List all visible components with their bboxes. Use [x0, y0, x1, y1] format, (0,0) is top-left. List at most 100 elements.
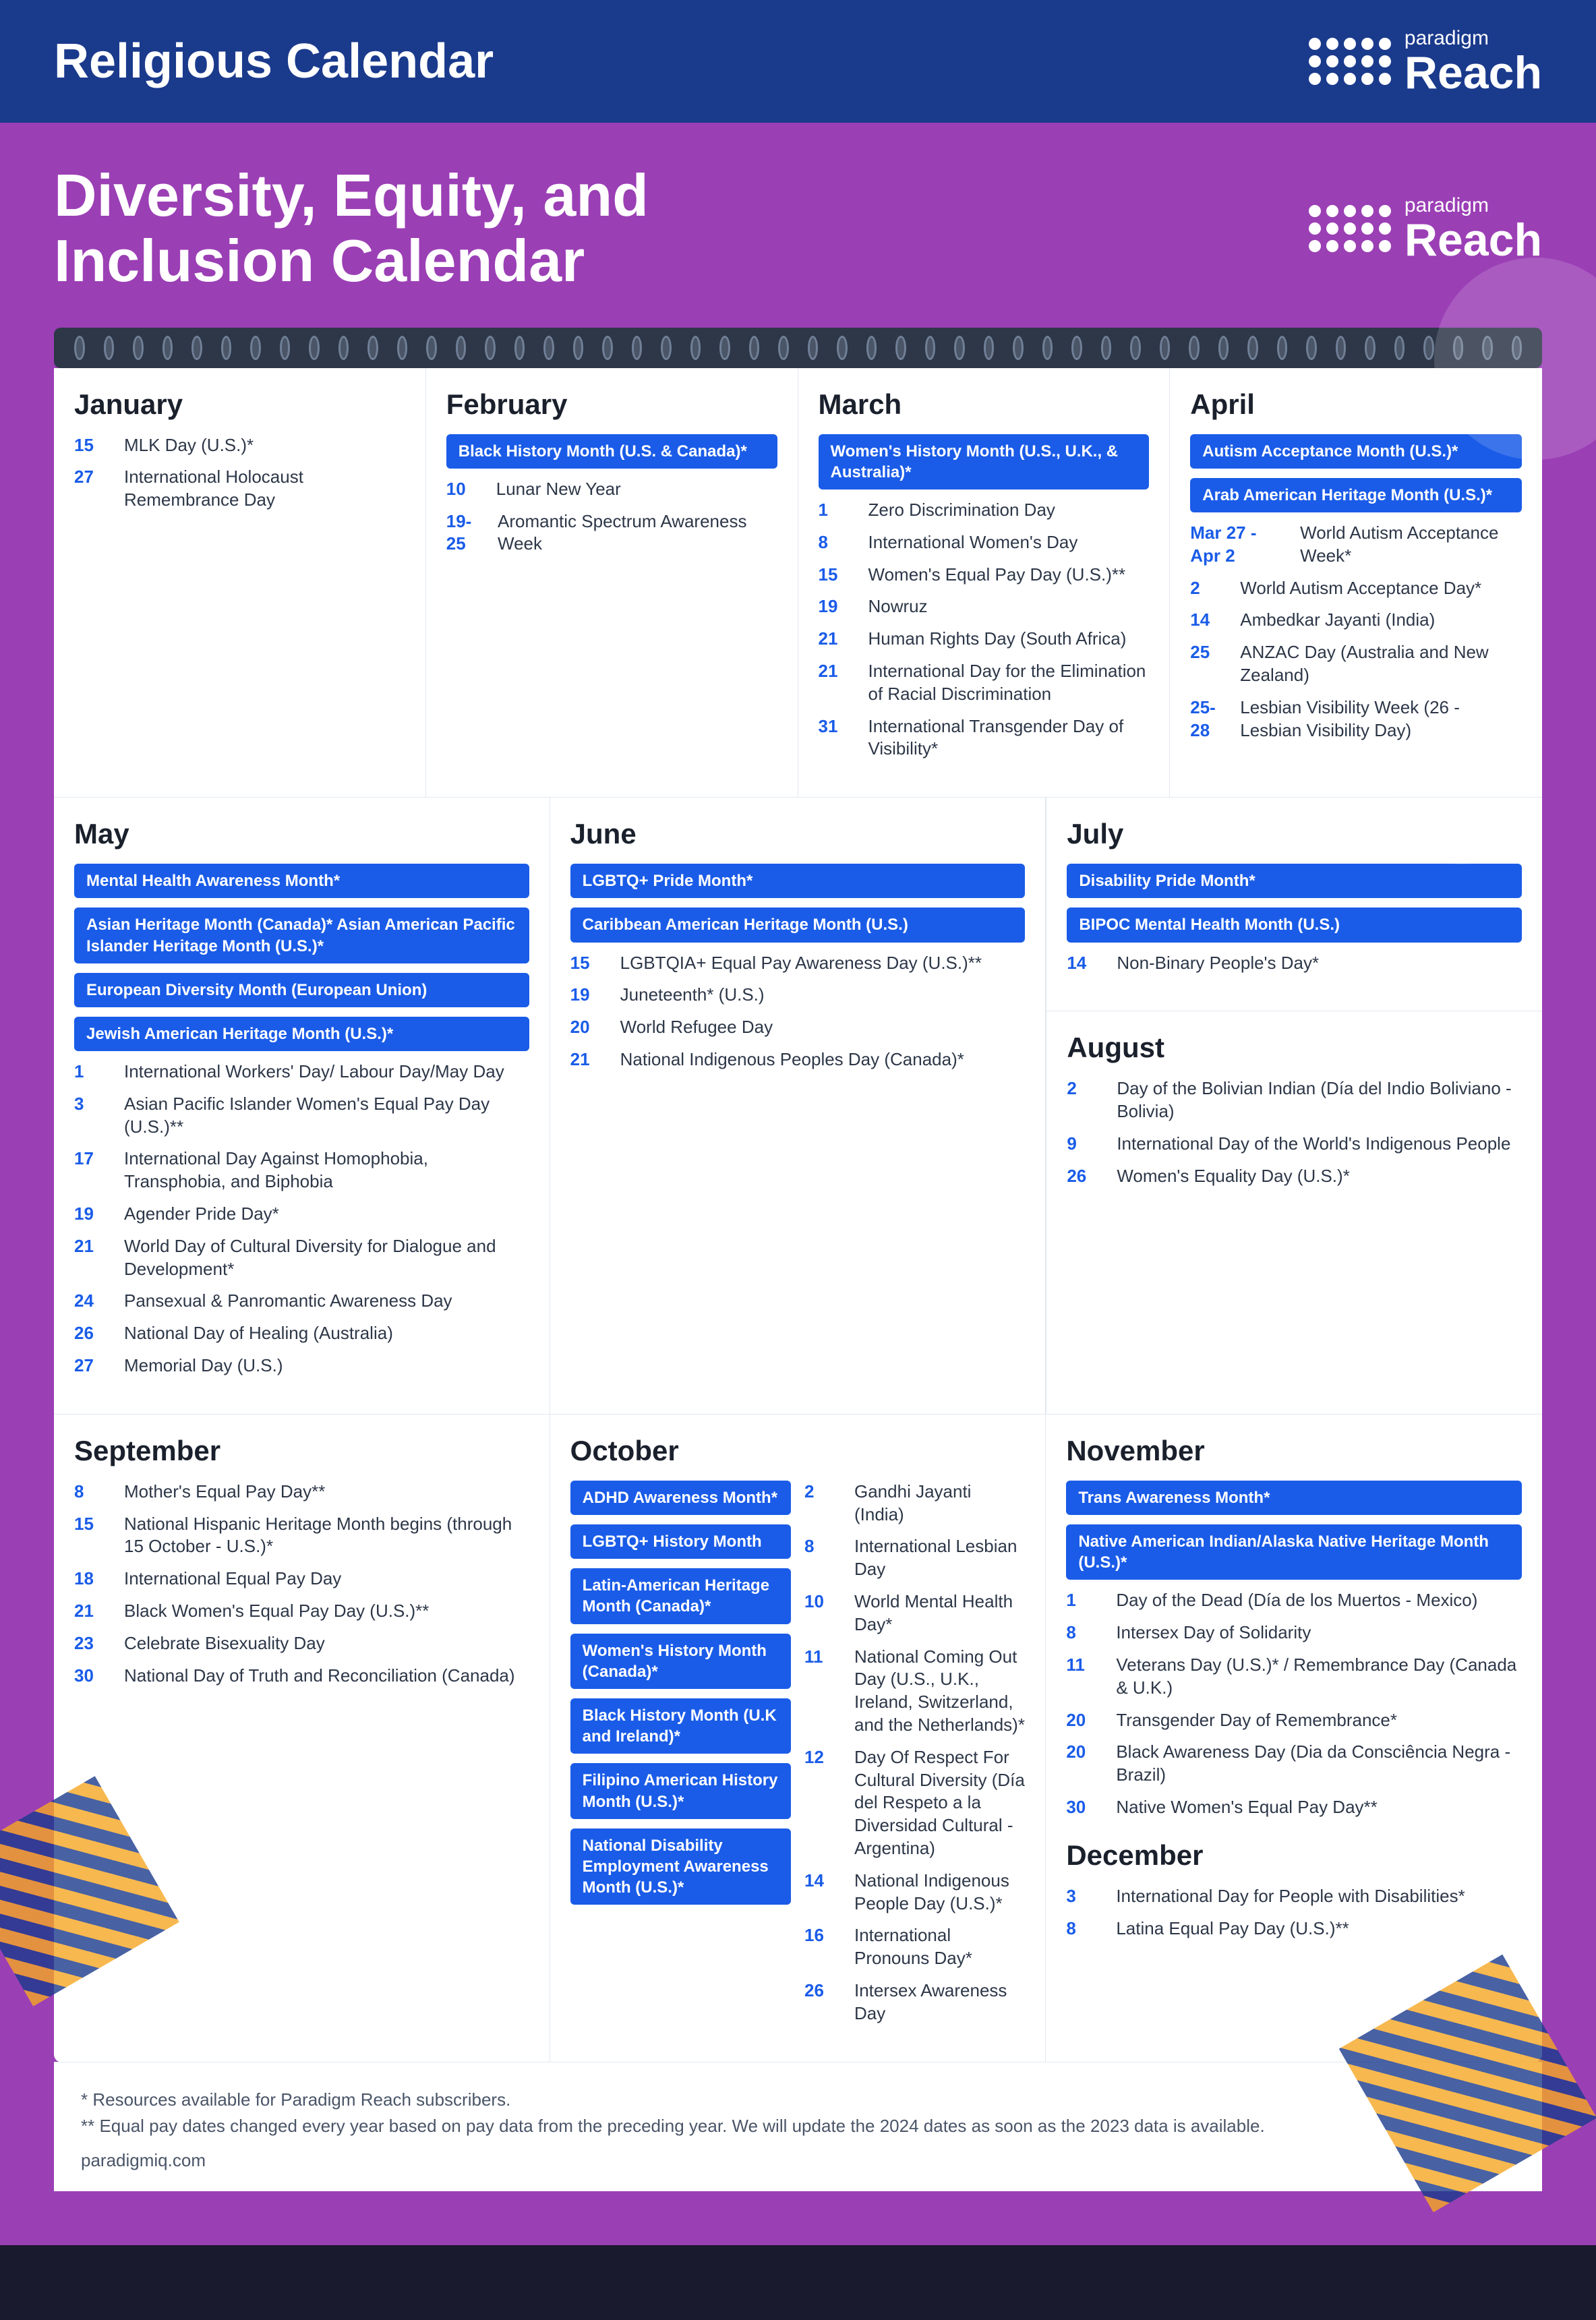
oct-event-3-text: World Mental Health Day*	[854, 1590, 1025, 1636]
may-event-5-text: World Day of Cultural Diversity for Dial…	[124, 1235, 529, 1281]
sep-event-4-text: Black Women's Equal Pay Day (U.S.)**	[124, 1600, 429, 1623]
apr-event-1-text: World Autism Acceptance Week*	[1300, 522, 1522, 568]
month-january: January 15 MLK Day (U.S.)* 27 Internatio…	[54, 368, 426, 798]
sep-event-5-text: Celebrate Bisexuality Day	[124, 1632, 325, 1655]
oct-event-1-text: Gandhi Jayanti (India)	[854, 1481, 1025, 1526]
spiral-dot	[895, 336, 906, 360]
sep-event-4: 21 Black Women's Equal Pay Day (U.S.)**	[74, 1600, 529, 1623]
oct-content: ADHD Awareness Month* LGBTQ+ History Mon…	[570, 1481, 1026, 2035]
footer-note-2: ** Equal pay dates changed every year ba…	[81, 2116, 1515, 2137]
month-november: November Trans Awareness Month* Native A…	[1046, 1415, 1542, 2062]
footer-website-container: paradigmiq.com	[81, 2150, 1515, 2171]
sep-event-3-date: 18	[74, 1568, 115, 1590]
spiral-dot	[74, 336, 85, 360]
spiral-dot	[1277, 336, 1288, 360]
mar-event-2-date: 8	[819, 531, 859, 554]
calendar-row-1: January 15 MLK Day (U.S.)* 27 Internatio…	[54, 368, 1542, 798]
nov-event-1-text: Day of the Dead (Día de los Muertos - Me…	[1116, 1589, 1477, 1612]
jun-event-4-date: 21	[570, 1048, 611, 1071]
logo-dot	[1309, 38, 1321, 50]
mar-event-4: 19 Nowruz	[819, 595, 1150, 618]
mar-event-1-date: 1	[819, 499, 859, 522]
may-event-7-text: National Day of Healing (Australia)	[124, 1322, 393, 1345]
july-august-col: July Disability Pride Month* BIPOC Menta…	[1046, 798, 1542, 1414]
sep-event-6-text: National Day of Truth and Reconciliation…	[124, 1665, 515, 1688]
oct-event-1-date: 2	[804, 1481, 845, 1526]
may-event-7-date: 26	[74, 1322, 115, 1345]
logo-dot	[1309, 240, 1321, 252]
jun-event-3-date: 20	[570, 1016, 611, 1039]
sep-event-2-date: 15	[74, 1513, 115, 1559]
feb-event-2: 19-25 Aromantic Spectrum Awareness Week	[446, 510, 777, 556]
logo-dot	[1344, 55, 1356, 67]
dec-event-1-date: 3	[1066, 1885, 1106, 1908]
feb-event-2-date: 19-25	[446, 510, 488, 556]
september-title: September	[74, 1435, 529, 1467]
footer-note-1: * Resources available for Paradigm Reach…	[81, 2089, 1515, 2110]
dec-event-2-text: Latina Equal Pay Day (U.S.)**	[1116, 1917, 1349, 1940]
spiral-dot	[954, 336, 965, 360]
logo-dot	[1361, 73, 1373, 85]
apr-badge-1: Autism Acceptance Month (U.S.)*	[1190, 434, 1522, 469]
spiral-dot	[1189, 336, 1200, 360]
oct-event-7-text: International Pronouns Day*	[854, 1924, 1025, 1970]
spiral-dot	[1160, 336, 1171, 360]
may-event-6: 24 Pansexual & Panromantic Awareness Day	[74, 1290, 529, 1313]
august-title: August	[1067, 1032, 1522, 1064]
sep-event-3-text: International Equal Pay Day	[124, 1568, 341, 1590]
nov-event-3-date: 11	[1066, 1654, 1106, 1700]
mar-event-6: 21 International Day for the Elimination…	[819, 660, 1150, 706]
spiral-dot	[661, 336, 672, 360]
oct-event-5: 12 Day Of Respect For Cultural Diversity…	[804, 1746, 1025, 1860]
calendar-row-2: May Mental Health Awareness Month* Asian…	[54, 798, 1542, 1415]
nov-event-2: 8 Intersex Day of Solidarity	[1066, 1622, 1522, 1644]
oct-event-5-text: Day Of Respect For Cultural Diversity (D…	[854, 1746, 1025, 1860]
december-title: December	[1066, 1839, 1522, 1872]
spiral-circles	[74, 336, 1522, 360]
spiral-dot	[1247, 336, 1258, 360]
oct-event-8-date: 26	[804, 1980, 845, 2025]
spiral-dot	[749, 336, 760, 360]
nov-badge-2: Native American Indian/Alaska Native Her…	[1066, 1524, 1522, 1580]
sep-event-2: 15 National Hispanic Heritage Month begi…	[74, 1513, 529, 1559]
may-event-5: 21 World Day of Cultural Diversity for D…	[74, 1235, 529, 1281]
may-event-8-text: Memorial Day (U.S.)	[124, 1355, 283, 1377]
oct-badge-7: National Disability Employment Awareness…	[570, 1828, 791, 1905]
nov-event-6: 30 Native Women's Equal Pay Day**	[1066, 1796, 1522, 1819]
spiral-dot	[866, 336, 877, 360]
mar-event-6-date: 21	[819, 660, 859, 706]
nov-event-4-date: 20	[1066, 1709, 1106, 1732]
spiral-dot	[1336, 336, 1347, 360]
dec-event-2: 8 Latina Equal Pay Day (U.S.)**	[1066, 1917, 1522, 1940]
spiral-dot	[1306, 336, 1317, 360]
logo-dot	[1361, 240, 1373, 252]
oct-event-4: 11 National Coming Out Day (U.S., U.K., …	[804, 1646, 1025, 1737]
may-event-1-date: 1	[74, 1061, 115, 1083]
oct-badge-3: Latin-American Heritage Month (Canada)*	[570, 1568, 791, 1624]
jan-event-2-date: 27	[74, 466, 115, 512]
oct-badge-5: Black History Month (U.K and Ireland)*	[570, 1698, 791, 1754]
aug-event-2-date: 9	[1067, 1133, 1107, 1156]
may-event-4-text: Agender Pride Day*	[124, 1203, 279, 1226]
oct-badges-col: ADHD Awareness Month* LGBTQ+ History Mon…	[570, 1481, 791, 2035]
jun-badge-1: LGBTQ+ Pride Month*	[570, 864, 1026, 898]
spiral-dot	[1101, 336, 1112, 360]
nov-event-2-text: Intersex Day of Solidarity	[1116, 1622, 1311, 1644]
spiral-dot	[1218, 336, 1229, 360]
spiral-bar	[54, 328, 1542, 368]
mar-event-1: 1 Zero Discrimination Day	[819, 499, 1150, 522]
january-title: January	[74, 388, 405, 421]
dei-logo-paradigm: paradigm	[1405, 194, 1542, 217]
nov-badge-1: Trans Awareness Month*	[1066, 1481, 1522, 1515]
mar-event-4-text: Nowruz	[868, 595, 928, 618]
logo-dots	[1309, 38, 1391, 85]
oct-event-8-text: Intersex Awareness Day	[854, 1980, 1025, 2025]
may-event-2: 3 Asian Pacific Islander Women's Equal P…	[74, 1093, 529, 1139]
spiral-dot	[426, 336, 437, 360]
apr-event-2: 2 World Autism Acceptance Day*	[1190, 577, 1522, 600]
spiral-dot	[602, 336, 613, 360]
mar-badge-1: Women's History Month (U.S., U.K., & Aus…	[819, 434, 1150, 489]
dei-logo-reach: Reach	[1405, 217, 1542, 263]
spiral-dot	[1365, 336, 1376, 360]
aug-event-3-text: Women's Equality Day (U.S.)*	[1117, 1165, 1349, 1188]
